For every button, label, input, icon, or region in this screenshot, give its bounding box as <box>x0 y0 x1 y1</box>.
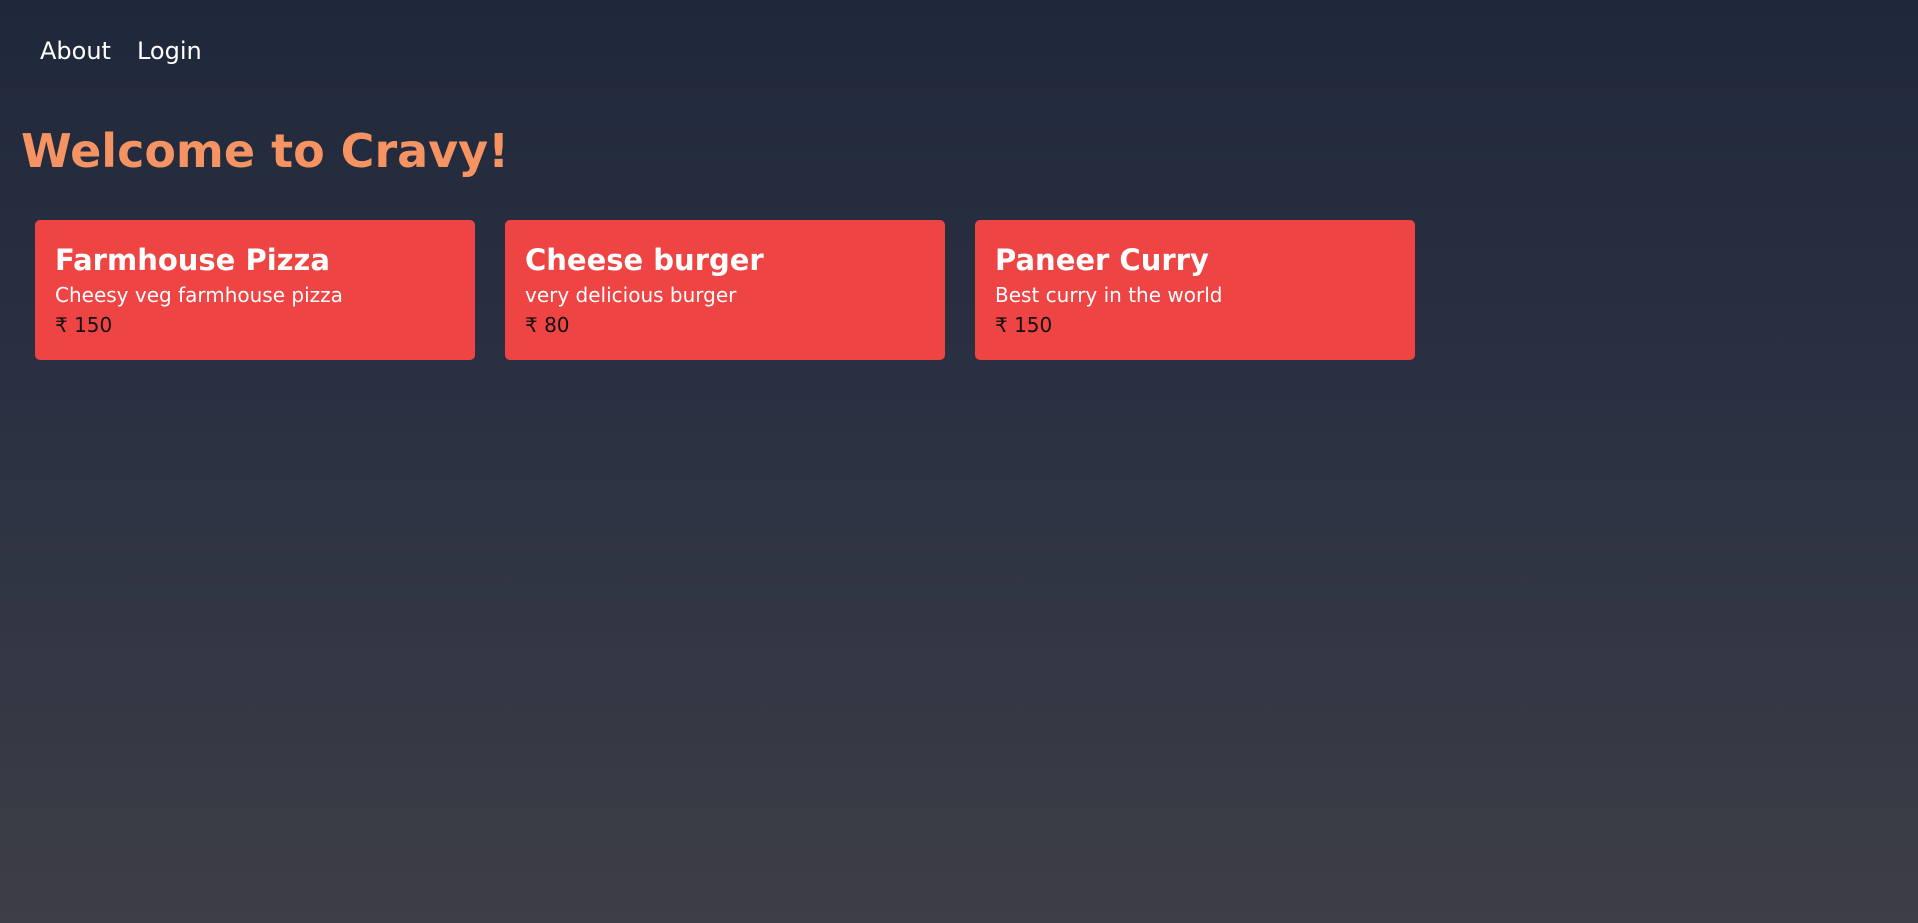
menu-item-name: Paneer Curry <box>995 243 1209 277</box>
menu-item-description: Cheesy veg farmhouse pizza <box>55 283 343 307</box>
menu-item-card[interactable]: Cheese burger very delicious burger ₹ 80 <box>505 220 945 360</box>
nav-link-about[interactable]: About <box>40 34 111 68</box>
top-nav: About Login <box>40 34 202 68</box>
menu-item-card[interactable]: Paneer Curry Best curry in the world ₹ 1… <box>975 220 1415 360</box>
menu-item-price: ₹ 80 <box>525 313 570 337</box>
menu-item-description: very delicious burger <box>525 283 737 307</box>
menu-item-name: Cheese burger <box>525 243 764 277</box>
menu-list: Farmhouse Pizza Cheesy veg farmhouse piz… <box>35 220 1415 360</box>
page-title: Welcome to Cravy! <box>21 124 510 178</box>
nav-link-login[interactable]: Login <box>137 34 202 68</box>
menu-item-description: Best curry in the world <box>995 283 1223 307</box>
menu-item-price: ₹ 150 <box>995 313 1053 337</box>
menu-item-card[interactable]: Farmhouse Pizza Cheesy veg farmhouse piz… <box>35 220 475 360</box>
menu-item-price: ₹ 150 <box>55 313 113 337</box>
menu-item-name: Farmhouse Pizza <box>55 243 330 277</box>
